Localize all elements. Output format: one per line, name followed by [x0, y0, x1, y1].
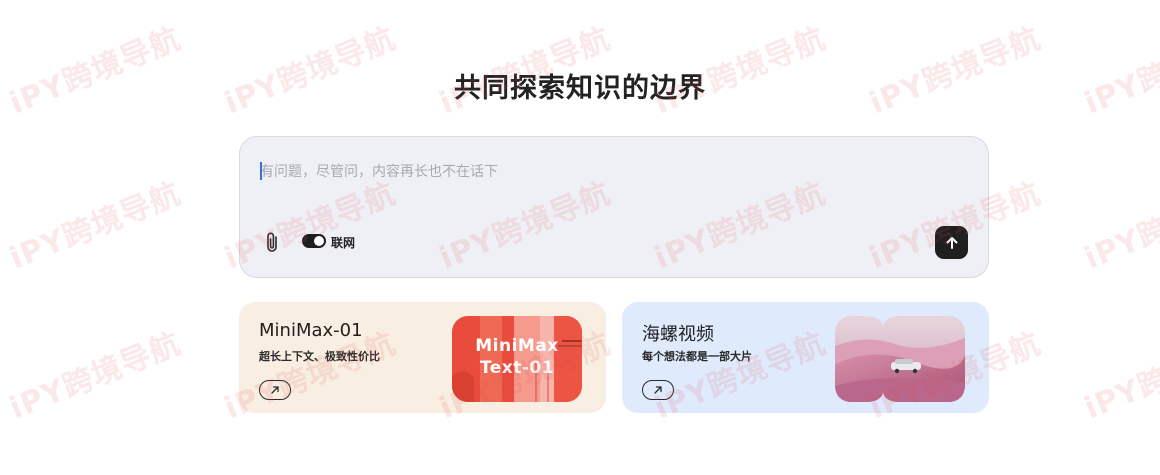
- watermark: iPY跨境导航: [1079, 176, 1160, 277]
- page: 共同探索知识的边界 联网 MiniMax-01 超长上下文、极致性价比: [0, 0, 1160, 475]
- open-card-button[interactable]: [259, 380, 291, 400]
- paperclip-icon[interactable]: [262, 231, 284, 255]
- chat-input[interactable]: [260, 161, 960, 183]
- hailuo-video-card[interactable]: 海螺视频 每个想法都是一部大片: [622, 302, 989, 413]
- send-button[interactable]: [935, 226, 968, 259]
- minimax-card[interactable]: MiniMax-01 超长上下文、极致性价比 MiniMax Text-01: [239, 302, 606, 413]
- card-subtitle: 每个想法都是一部大片: [642, 350, 752, 363]
- thumbnail-text-line2: Text-01: [479, 358, 555, 378]
- arrow-up-right-icon: [654, 386, 662, 394]
- card-title: MiniMax-01: [259, 320, 363, 341]
- card-subtitle: 超长上下文、极致性价比: [259, 350, 380, 363]
- thumbnail-text-line1: MiniMax: [475, 336, 559, 356]
- watermark: iPY跨境导航: [4, 176, 186, 277]
- watermark: iPY跨境导航: [1079, 326, 1160, 427]
- watermark: iPY跨境导航: [4, 326, 186, 427]
- web-search-toggle[interactable]: [302, 234, 326, 248]
- open-card-button[interactable]: [642, 380, 674, 400]
- arrow-up-icon: [946, 236, 957, 249]
- toggle-knob: [314, 236, 324, 246]
- text-caret: [260, 162, 262, 180]
- chat-box: 联网: [239, 136, 989, 278]
- hailuo-thumbnail: [835, 316, 965, 402]
- page-title: 共同探索知识的边界: [454, 73, 706, 104]
- minimax-thumbnail: MiniMax Text-01: [452, 316, 582, 402]
- card-title: 海螺视频: [642, 324, 714, 345]
- web-search-label: 联网: [331, 236, 356, 250]
- arrow-up-right-icon: [271, 386, 279, 394]
